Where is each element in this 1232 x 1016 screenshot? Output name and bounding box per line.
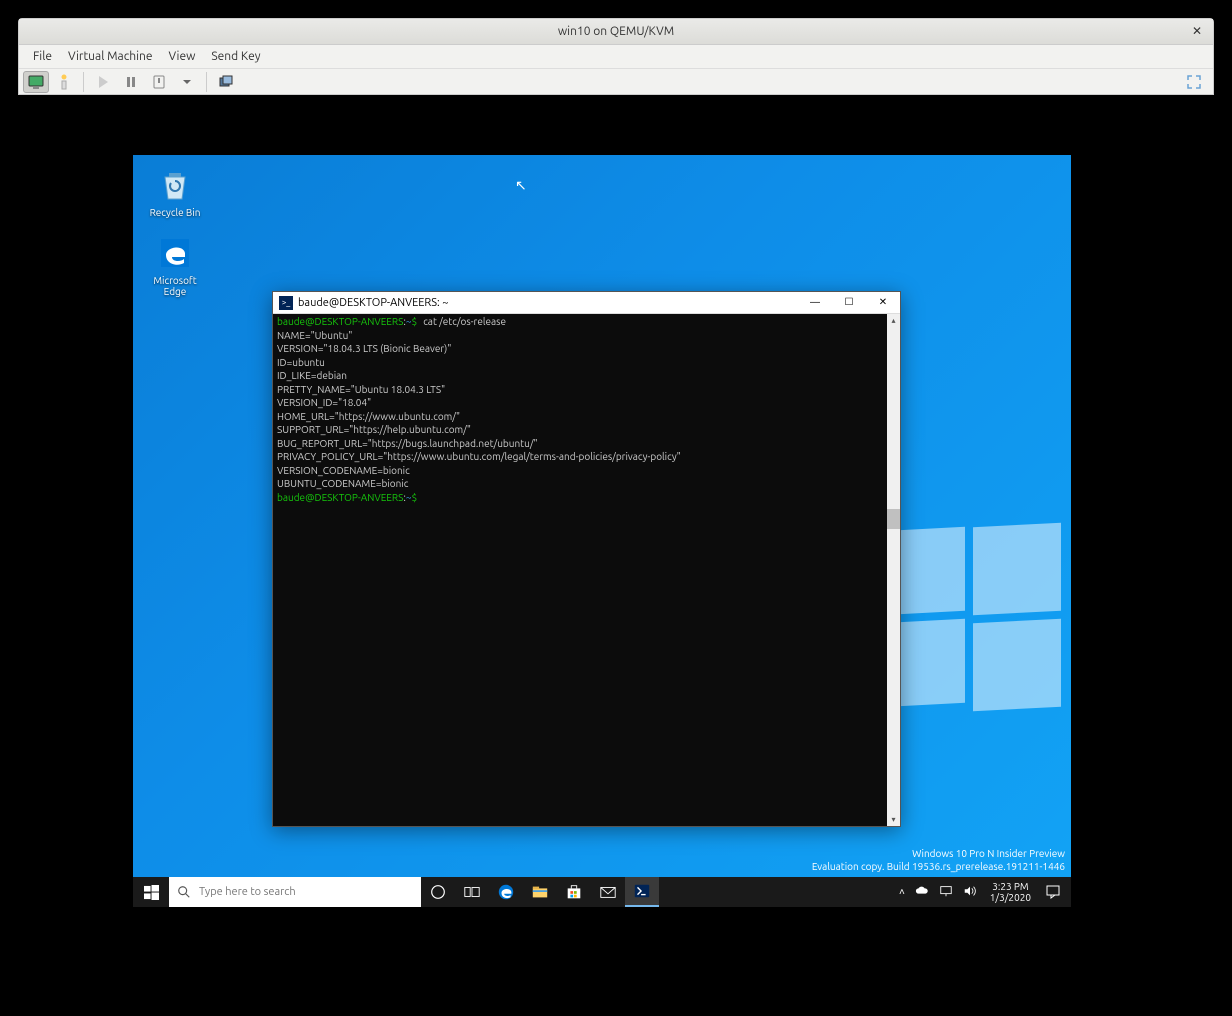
shutdown-button[interactable] <box>146 71 172 93</box>
recycle-bin-icon <box>155 165 195 205</box>
icon-label: Recycle Bin <box>150 207 201 218</box>
desktop-icon-recycle-bin[interactable]: Recycle Bin <box>145 165 205 218</box>
term-output-line: UBUNTU_CODENAME=bionic <box>277 478 408 489</box>
maximize-button[interactable]: ☐ <box>832 292 866 313</box>
windows-logo-wallpaper <box>881 525 1071 725</box>
scroll-thumb[interactable] <box>887 509 900 529</box>
search-icon <box>177 885 191 899</box>
terminal-title: baude@DESKTOP-ANVEERS: ~ <box>298 297 448 309</box>
term-output-line: VERSION="18.04.3 LTS (Bionic Beaver)" <box>277 343 451 354</box>
close-button[interactable]: ✕ <box>866 292 900 313</box>
snapshots-button[interactable] <box>213 71 239 93</box>
vmm-close-button[interactable]: ✕ <box>1189 23 1205 39</box>
virt-manager-window: win10 on QEMU/KVM ✕ File Virtual Machine… <box>18 18 1214 95</box>
menu-view[interactable]: View <box>161 48 204 65</box>
terminal-window[interactable]: >_ baude@DESKTOP-ANVEERS: ~ — ☐ ✕ baude@… <box>272 291 901 827</box>
taskbar-mail[interactable] <box>591 877 625 907</box>
terminal-titlebar[interactable]: >_ baude@DESKTOP-ANVEERS: ~ — ☐ ✕ <box>273 292 900 314</box>
windows-logo-icon <box>144 885 159 900</box>
watermark-line2: Evaluation copy. Build 19536.rs_prerelea… <box>812 860 1065 873</box>
fullscreen-button[interactable] <box>1181 71 1207 93</box>
toolbar-separator <box>206 72 207 92</box>
tray-clock[interactable]: 3:23 PM 1/3/2020 <box>982 881 1039 903</box>
pause-button[interactable] <box>118 71 144 93</box>
taskbar-powershell[interactable] <box>625 877 659 907</box>
toolbar-separator <box>83 72 84 92</box>
taskbar-file-explorer[interactable] <box>523 877 557 907</box>
task-view-button[interactable] <box>455 877 489 907</box>
scroll-down-button[interactable]: ▾ <box>887 813 900 826</box>
vmm-toolbar <box>19 69 1213 95</box>
vmm-titlebar[interactable]: win10 on QEMU/KVM ✕ <box>19 19 1213 45</box>
terminal-body[interactable]: baude@DESKTOP-ANVEERS:~$ cat /etc/os-rel… <box>273 314 900 826</box>
tray-time: 3:23 PM <box>990 881 1031 892</box>
vmm-menubar: File Virtual Machine View Send Key <box>19 45 1213 69</box>
details-button[interactable] <box>51 71 77 93</box>
cortana-button[interactable] <box>421 877 455 907</box>
menu-file[interactable]: File <box>25 48 60 65</box>
terminal-window-controls: — ☐ ✕ <box>798 292 900 313</box>
term-output-line: HOME_URL="https://www.ubuntu.com/" <box>277 411 460 422</box>
term-output-line: VERSION_CODENAME=bionic <box>277 465 410 476</box>
search-input[interactable] <box>199 886 413 898</box>
vmm-title: win10 on QEMU/KVM <box>558 25 674 38</box>
taskbar: ˄ 3:23 PM 1/3/2020 <box>133 877 1071 907</box>
term-output-line: PRETTY_NAME="Ubuntu 18.04.3 LTS" <box>277 384 445 395</box>
menu-send-key[interactable]: Send Key <box>203 48 268 65</box>
term-output-line: ID=ubuntu <box>277 357 325 368</box>
term-output-line: ID_LIKE=debian <box>277 370 347 381</box>
terminal-command: cat /etc/os-release <box>423 316 506 327</box>
tray-onedrive-icon[interactable] <box>910 884 934 900</box>
desktop-icon-edge[interactable]: Microsoft Edge <box>145 233 205 297</box>
tray-chevron-up-icon[interactable]: ˄ <box>894 886 910 898</box>
edge-icon <box>155 233 195 273</box>
term-output-line: PRIVACY_POLICY_URL="https://www.ubuntu.c… <box>277 451 681 462</box>
guest-desktop[interactable]: Recycle Bin Microsoft Edge ↖ >_ baude@DE… <box>133 155 1071 907</box>
scroll-up-button[interactable]: ▴ <box>887 314 900 327</box>
mouse-cursor-icon: ↖ <box>515 177 526 194</box>
run-button[interactable] <box>90 71 116 93</box>
taskbar-search[interactable] <box>169 877 421 907</box>
watermark-line1: Windows 10 Pro N Insider Preview <box>812 847 1065 860</box>
menu-virtual-machine[interactable]: Virtual Machine <box>60 48 161 65</box>
term-output-line: VERSION_ID="18.04" <box>277 397 371 408</box>
system-tray: ˄ 3:23 PM 1/3/2020 <box>894 877 1071 907</box>
prompt-user: baude@DESKTOP-ANVEERS <box>277 316 403 327</box>
shutdown-menu-arrow[interactable] <box>174 71 200 93</box>
taskbar-edge[interactable] <box>489 877 523 907</box>
tray-network-icon[interactable] <box>934 884 958 900</box>
console-button[interactable] <box>23 71 49 93</box>
powershell-icon: >_ <box>279 296 293 310</box>
action-center-button[interactable] <box>1039 877 1067 907</box>
start-button[interactable] <box>133 877 169 907</box>
icon-label: Microsoft Edge <box>153 275 196 297</box>
term-output-line: BUG_REPORT_URL="https://bugs.launchpad.n… <box>277 438 538 449</box>
term-output-line: SUPPORT_URL="https://help.ubuntu.com/" <box>277 424 471 435</box>
tray-volume-icon[interactable] <box>958 884 982 900</box>
tray-date: 1/3/2020 <box>990 892 1031 903</box>
prompt-user: baude@DESKTOP-ANVEERS <box>277 492 403 503</box>
minimize-button[interactable]: — <box>798 292 832 313</box>
taskbar-store[interactable] <box>557 877 591 907</box>
terminal-scrollbar[interactable]: ▴ ▾ <box>887 314 900 826</box>
windows-watermark: Windows 10 Pro N Insider Preview Evaluat… <box>812 847 1065 873</box>
term-output-line: NAME="Ubuntu" <box>277 330 352 341</box>
